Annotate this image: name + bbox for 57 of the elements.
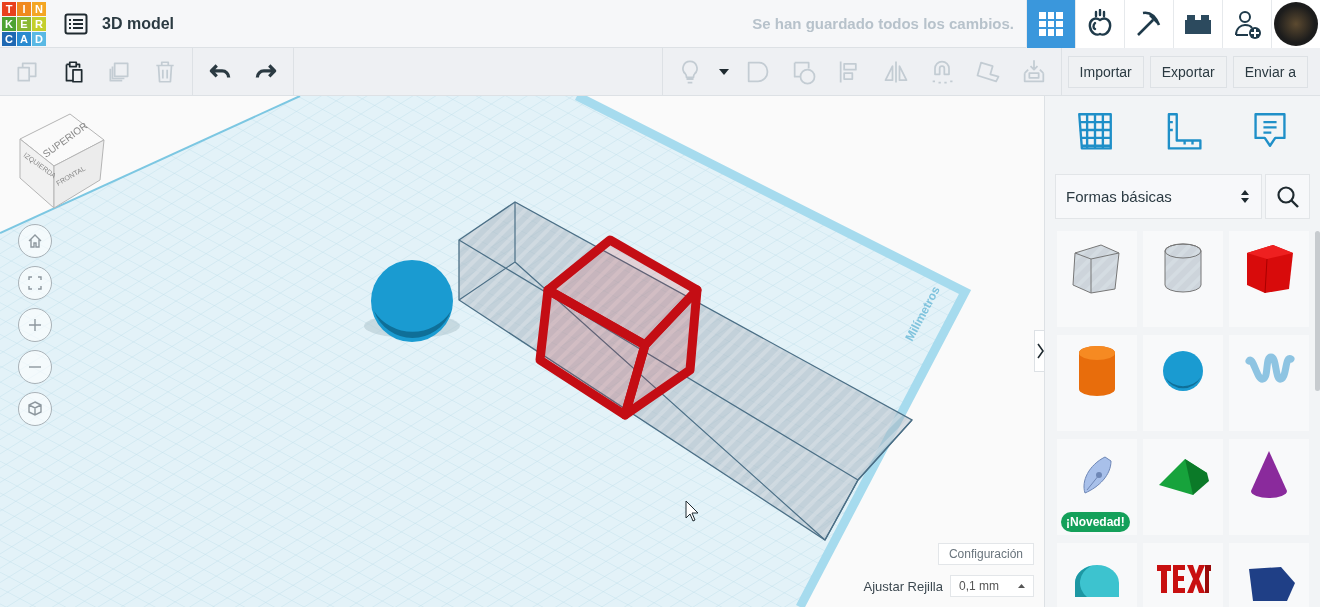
zoom-in-view-button[interactable] xyxy=(18,308,52,342)
panel-collapse-button[interactable] xyxy=(1034,330,1044,372)
list-icon xyxy=(64,12,88,35)
snap-grid-select[interactable]: 0,1 mm xyxy=(950,575,1034,597)
zoom-out-view-button[interactable] xyxy=(18,350,52,384)
logo-letter: R xyxy=(32,16,46,31)
save-status: Se han guardado todos los cambios. xyxy=(752,15,1014,32)
pickaxe-nav-button[interactable] xyxy=(1124,0,1173,48)
cursor-icon xyxy=(685,500,699,522)
action-button[interactable]: Importar xyxy=(1067,55,1144,88)
logo-letter: D xyxy=(32,31,46,46)
logo-letter: T xyxy=(2,1,16,16)
search-icon xyxy=(1275,184,1300,209)
avatar-button[interactable] xyxy=(1271,0,1320,48)
snap-grid-label: Ajustar Rejilla xyxy=(863,578,943,594)
logo-letter: N xyxy=(32,1,46,16)
caret-icon xyxy=(718,68,729,75)
apple-icon xyxy=(1086,8,1114,39)
home-view-button[interactable] xyxy=(18,224,52,258)
cube-icon xyxy=(29,403,41,415)
action-button[interactable]: Enviar a xyxy=(1232,55,1308,88)
home-icon xyxy=(29,235,41,247)
caret-icon xyxy=(1018,584,1025,588)
tinker-nav-button[interactable] xyxy=(1075,0,1124,48)
new-badge: ¡Novedad! xyxy=(1061,512,1130,532)
logo-letter: I xyxy=(17,1,31,16)
grid-icon xyxy=(1038,10,1064,37)
wireframe-cube-shape[interactable] xyxy=(535,235,702,420)
settings-button[interactable]: Configuración xyxy=(937,543,1034,565)
shape-tile[interactable] xyxy=(1229,231,1309,327)
add-user-nav-button[interactable] xyxy=(1222,0,1271,48)
action-button[interactable]: Exportar xyxy=(1149,55,1227,88)
shape-tile[interactable] xyxy=(1143,439,1223,535)
logo-letter: K xyxy=(2,16,16,31)
ortho-view-button[interactable] xyxy=(18,392,52,426)
sphere-shape[interactable] xyxy=(371,260,453,342)
logo-letter: A xyxy=(17,31,31,46)
logo-letter: C xyxy=(2,31,16,46)
brick-icon xyxy=(1184,12,1212,35)
sort-icon xyxy=(1241,190,1249,203)
shape-category-select[interactable]: Formas básicas xyxy=(1055,174,1262,219)
shape-tile[interactable] xyxy=(1229,439,1309,535)
logo-letter: E xyxy=(17,16,31,31)
shape-tile[interactable] xyxy=(1057,335,1137,431)
zoom-in-icon xyxy=(29,319,41,331)
fit-view-icon xyxy=(29,277,41,289)
chevron-icon xyxy=(1037,343,1044,359)
shape-tile[interactable] xyxy=(1143,335,1223,431)
brick-nav-button[interactable] xyxy=(1173,0,1222,48)
shape-tile[interactable] xyxy=(1057,231,1137,327)
fit-view-button[interactable] xyxy=(18,266,52,300)
search-button[interactable] xyxy=(1265,174,1310,219)
tinkercad-logo[interactable]: T I N K E R C A D xyxy=(2,1,46,46)
design-title[interactable]: 3D model xyxy=(102,14,174,33)
avatar xyxy=(1274,1,1318,46)
shape-tile[interactable] xyxy=(1229,335,1309,431)
shape-tile[interactable] xyxy=(1143,231,1223,327)
